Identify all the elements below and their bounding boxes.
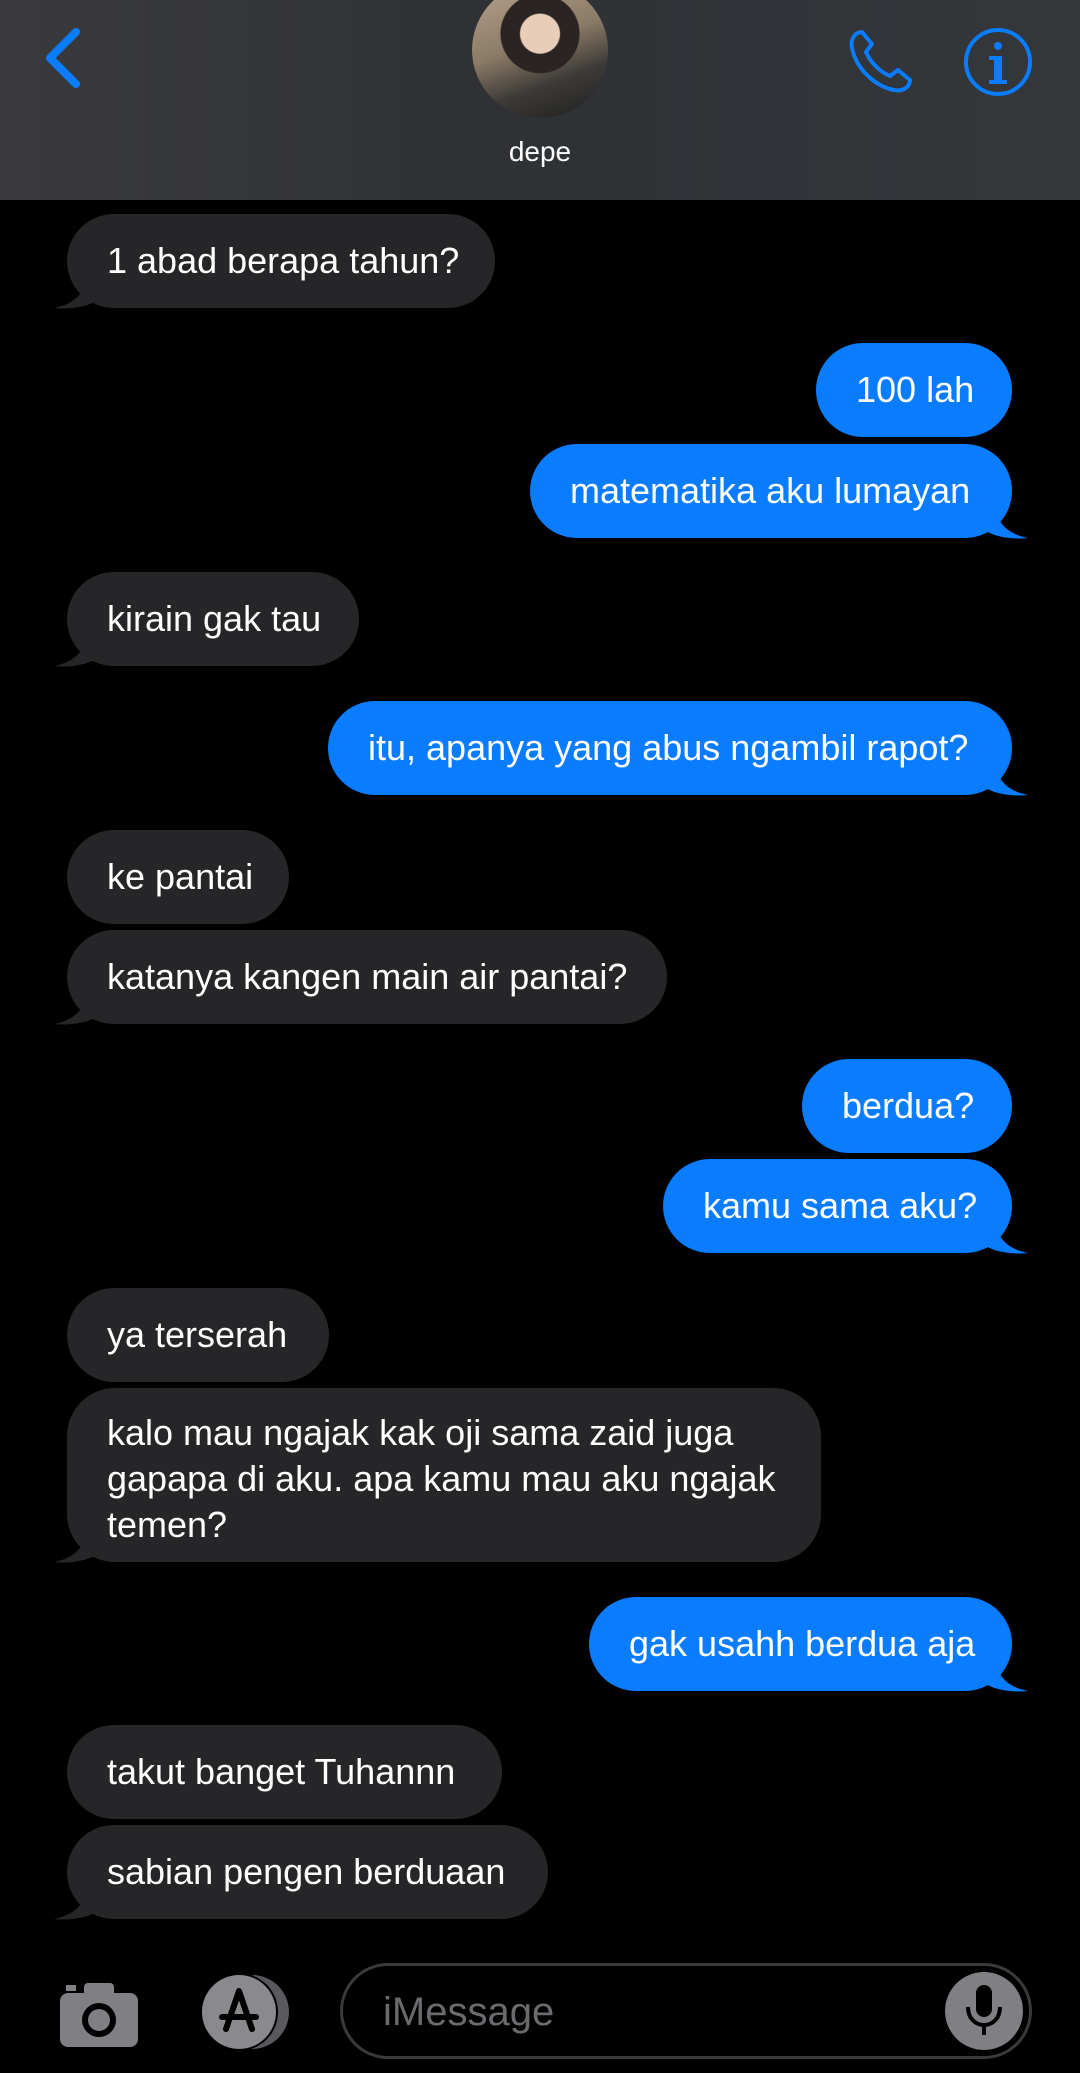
- message-input[interactable]: iMessage: [340, 1963, 1032, 2059]
- bubble-tail: [54, 1887, 94, 1920]
- message-bubble-incoming[interactable]: ke pantai: [67, 830, 289, 924]
- info-button[interactable]: [958, 22, 1038, 102]
- message-bubble-incoming[interactable]: ya terserah: [67, 1288, 329, 1382]
- bubble-tail: [54, 276, 94, 309]
- bubble-tail: [988, 506, 1028, 539]
- bubble-tail: [988, 1221, 1028, 1254]
- contact-name[interactable]: depe: [0, 136, 1080, 168]
- message-bubble-outgoing[interactable]: gak usahh berdua aja: [589, 1597, 1012, 1691]
- message-bubble-outgoing[interactable]: berdua?: [802, 1059, 1012, 1153]
- bubble-tail: [988, 763, 1028, 796]
- bubble-tail: [988, 1659, 1028, 1692]
- bubble-tail: [54, 1530, 94, 1563]
- message-bubble-incoming[interactable]: takut banget Tuhannn: [67, 1725, 502, 1819]
- dictation-button[interactable]: [945, 1972, 1023, 2050]
- app-store-button[interactable]: [196, 1971, 296, 2053]
- bubble-tail: [54, 634, 94, 667]
- conversation-header: depe: [0, 0, 1080, 200]
- message-bubble-outgoing[interactable]: itu, apanya yang abus ngambil rapot?: [328, 701, 1012, 795]
- back-button[interactable]: [36, 18, 96, 98]
- camera-button[interactable]: [58, 1971, 140, 2053]
- message-bubble-outgoing[interactable]: kamu sama aku?: [663, 1159, 1012, 1253]
- message-bubble-incoming[interactable]: sabian pengen berduaan: [67, 1825, 548, 1919]
- message-bubble-incoming[interactable]: katanya kangen main air pantai?: [67, 930, 667, 1024]
- message-bubble-outgoing[interactable]: matematika aku lumayan: [530, 444, 1012, 538]
- message-input-placeholder: iMessage: [383, 1990, 555, 2034]
- camera-icon: [60, 1983, 138, 2047]
- contact-avatar[interactable]: [472, 0, 608, 118]
- bubble-tail: [54, 992, 94, 1025]
- composer-bar: iMessage: [0, 1955, 1080, 2073]
- message-bubble-outgoing[interactable]: 100 lah: [816, 343, 1012, 437]
- message-bubble-incoming[interactable]: 1 abad berapa tahun?: [67, 214, 495, 308]
- app-store-icon: [200, 1973, 289, 2051]
- chevron-left-icon: [46, 28, 80, 88]
- call-button[interactable]: [840, 22, 920, 102]
- info-icon: [964, 28, 1032, 96]
- phone-icon: [849, 30, 912, 93]
- message-bubble-incoming[interactable]: kalo mau ngajak kak oji sama zaid juga g…: [67, 1388, 821, 1562]
- message-bubble-incoming[interactable]: kirain gak tau: [67, 572, 359, 666]
- microphone-icon: [966, 1985, 1002, 2035]
